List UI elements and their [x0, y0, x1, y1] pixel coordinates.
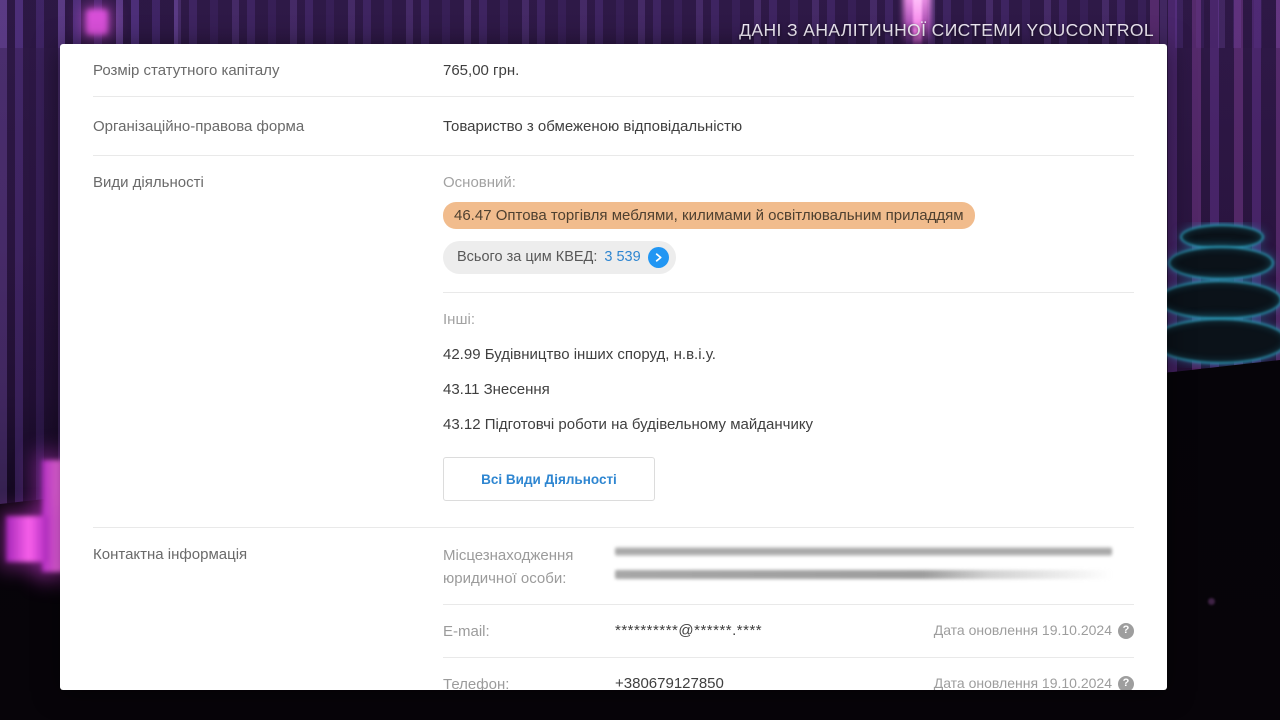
kved-total-pill: Всього за цим КВЕД: 3 539 — [443, 241, 676, 274]
all-activities-button[interactable]: Всі Види Діяльності — [443, 457, 655, 501]
primary-activity-highlight[interactable]: 46.47 Оптова торгівля меблями, килимами … — [443, 202, 975, 229]
statutory-capital-label: Розмір статутного капіталу — [93, 60, 443, 81]
email-value: **********@******.**** — [615, 620, 934, 641]
magenta-blob — [86, 9, 108, 35]
phone-value: +380679127850 — [615, 673, 934, 690]
legal-form-label: Організаційно-правова форма — [93, 116, 443, 137]
company-profile-card: Розмір статутного капіталу 765,00 грн. О… — [60, 44, 1167, 690]
activities-label: Види діяльності — [93, 172, 443, 527]
contacts-label: Контактна інформація — [93, 544, 443, 690]
address-label: Місцезнаходження юридичної особи: — [443, 544, 615, 590]
row-contacts: Контактна інформація Місцезнаходження юр… — [93, 528, 1134, 690]
kved-total-label: Всього за цим КВЕД: — [457, 247, 597, 268]
watermark-source-caption: ДАНІ З АНАЛІТИЧНОЇ СИСТЕМИ YOUCONTROL — [739, 20, 1154, 41]
primary-activity-caption: Основний: — [443, 172, 1134, 193]
email-subrow: E-mail: **********@******.**** Дата онов… — [443, 605, 1134, 657]
email-label: E-mail: — [443, 620, 615, 643]
chevron-right-icon[interactable] — [648, 247, 669, 268]
redacted-bar — [615, 570, 1112, 579]
redacted-bar — [615, 547, 1112, 556]
kved-total-count[interactable]: 3 539 — [604, 247, 640, 268]
activity-item: 43.11 Знесення — [443, 379, 1134, 400]
activity-item: 42.99 Будівництво інших споруд, н.в.і.у. — [443, 344, 1134, 365]
teal-machine-graphic — [1160, 222, 1280, 368]
other-activities-caption: Інші: — [443, 309, 1134, 330]
sparkle — [1208, 598, 1215, 605]
statutory-capital-value: 765,00 грн. — [443, 60, 1134, 81]
activities-divider — [443, 292, 1134, 293]
legal-form-value: Товариство з обмеженою відповідальністю — [443, 116, 1134, 137]
email-updated-date: Дата оновлення 19.10.2024 — [934, 620, 1112, 641]
redacted-address-value — [615, 544, 1134, 579]
row-activities: Види діяльності Основний: 46.47 Оптова т… — [93, 156, 1134, 528]
row-statutory-capital: Розмір статутного капіталу 765,00 грн. — [93, 44, 1134, 97]
activity-item: 43.12 Підготовчі роботи на будівельному … — [443, 414, 1134, 435]
row-legal-form: Організаційно-правова форма Товариство з… — [93, 97, 1134, 156]
phone-label: Телефон: — [443, 673, 615, 690]
question-mark-icon[interactable]: ? — [1118, 623, 1134, 639]
address-subrow: Місцезнаходження юридичної особи: — [443, 544, 1134, 604]
question-mark-icon[interactable]: ? — [1118, 676, 1134, 691]
phone-subrow: Телефон: +380679127850 Дата оновлення 19… — [443, 658, 1134, 690]
phone-updated-date: Дата оновлення 19.10.2024 — [934, 673, 1112, 690]
